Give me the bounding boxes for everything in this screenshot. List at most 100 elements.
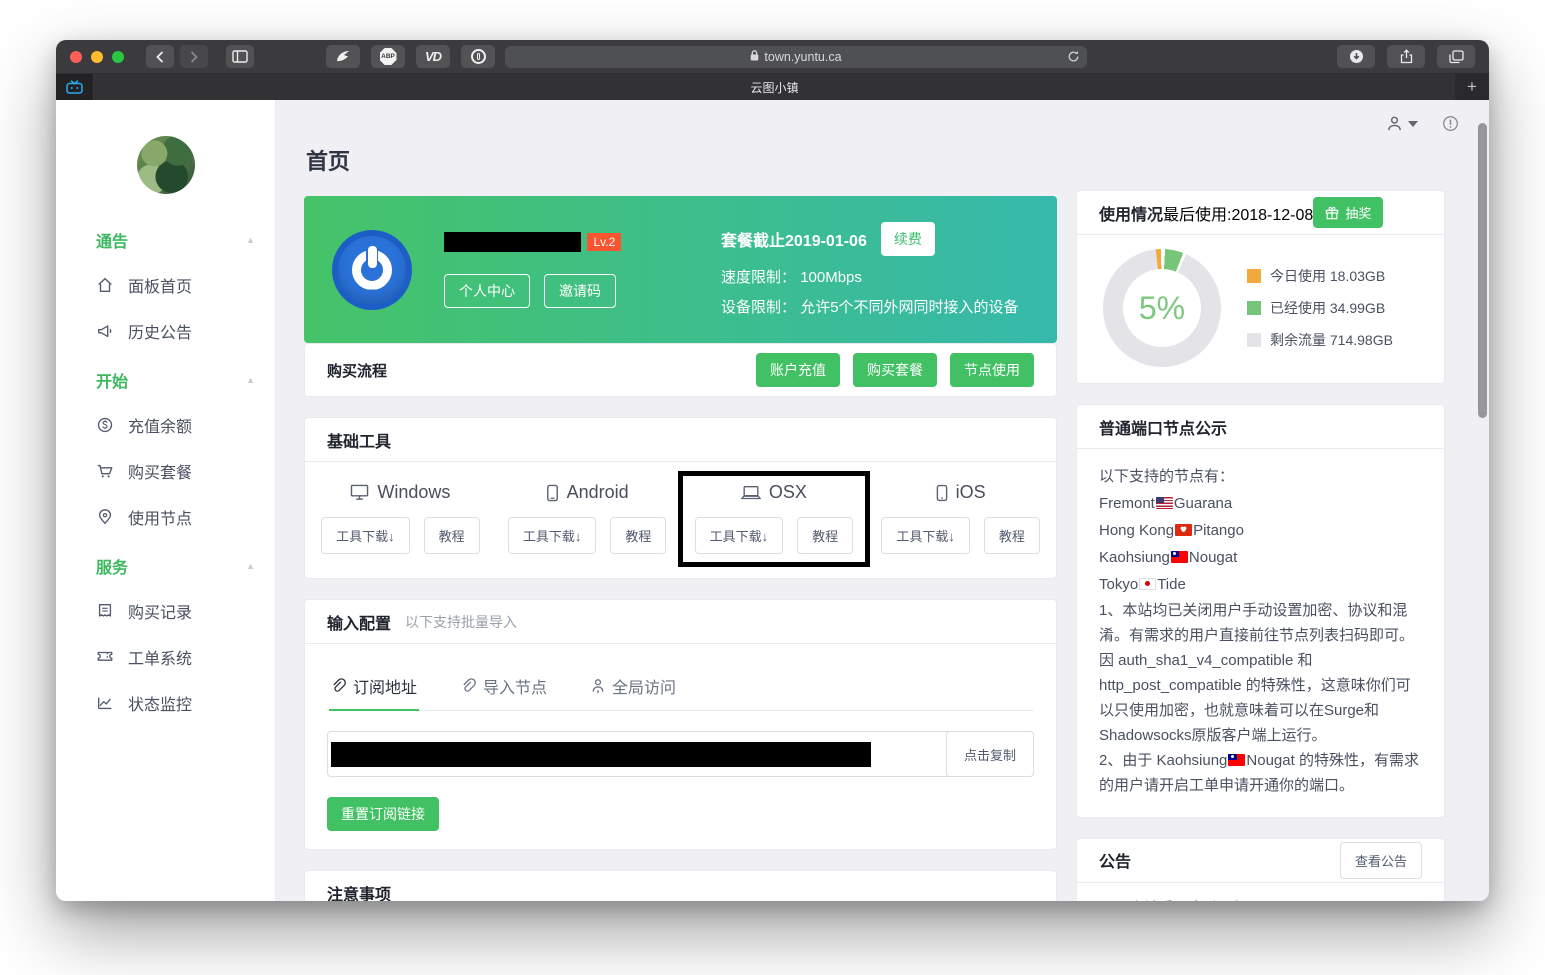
android-tutorial-button[interactable]: 教程 — [610, 517, 666, 554]
sidebar-icon — [232, 50, 248, 63]
android-download-button[interactable]: 工具下载↓ — [508, 517, 597, 554]
tab-subscription-url[interactable]: 订阅地址 — [329, 666, 419, 710]
chevron-right-icon — [190, 51, 198, 63]
osx-download-button[interactable]: 工具下载↓ — [695, 517, 784, 554]
subscription-url-input[interactable]: 点击复制 — [327, 731, 1034, 777]
sidebar-section-title: 服务 — [96, 554, 128, 578]
notes-title: 注意事项 — [327, 881, 391, 902]
flag-us-icon — [1156, 497, 1173, 509]
adblock-extension-button[interactable]: ABP — [371, 45, 405, 68]
safari-window: ABP VD town.yuntu.ca — [56, 40, 1489, 901]
address-bar[interactable]: town.yuntu.ca — [505, 46, 1087, 68]
power-logo-icon — [332, 230, 412, 310]
pinned-tab[interactable] — [56, 74, 94, 100]
flag-tw-icon — [1171, 551, 1188, 563]
node-usage-button[interactable]: 节点使用 — [950, 353, 1034, 387]
nodes-paragraph-1: 1、本站均已关闭用户手动设置加密、协议和混淆。有需求的用户直接前往节点列表扫码即… — [1099, 599, 1422, 748]
ios-download-button[interactable]: 工具下载↓ — [881, 517, 970, 554]
nodes-panel-card: 普通端口节点公示 以下支持的节点有： FremontGuarana Hong K… — [1076, 404, 1445, 818]
sidebar-item-history-announcements[interactable]: 历史公告 — [96, 308, 255, 354]
profile-center-button[interactable]: 个人中心 — [444, 274, 530, 308]
tab-overview-button[interactable] — [1437, 45, 1475, 68]
announcement-headline: 云图小镇重要变动通知 — [1099, 897, 1422, 901]
sidebar-toggle-button[interactable] — [226, 45, 254, 68]
user-menu-button[interactable] — [1385, 114, 1418, 133]
input-config-title: 输入配置 — [327, 610, 391, 634]
bird-extension-button[interactable] — [326, 45, 360, 68]
tab-global-access[interactable]: 全局访问 — [589, 666, 678, 710]
basic-tools-card: 基础工具 Windows 工具下载↓ 教程 — [304, 417, 1057, 579]
chevron-down-icon — [1408, 121, 1418, 127]
smartphone-icon — [936, 484, 948, 502]
tabs-icon — [1449, 50, 1464, 64]
flag-jp-icon — [1139, 578, 1156, 590]
view-announcements-button[interactable]: 查看公告 — [1340, 842, 1422, 879]
reload-icon[interactable] — [1067, 50, 1080, 66]
collapse-caret-icon[interactable]: ▲ — [246, 375, 255, 385]
tab-title: 云图小镇 — [750, 79, 798, 96]
avatar[interactable] — [137, 136, 195, 194]
legend-swatch — [1247, 301, 1261, 315]
sidebar-section-title: 通告 — [96, 228, 128, 252]
collapse-caret-icon[interactable]: ▲ — [246, 235, 255, 245]
device-limit-value: 允许5个不同外网同时接入的设备 — [800, 299, 1018, 316]
collapse-caret-icon[interactable]: ▲ — [246, 561, 255, 571]
tab-import-nodes[interactable]: 导入节点 — [459, 666, 549, 710]
ticket-icon — [96, 648, 114, 666]
info-icon[interactable] — [1442, 115, 1459, 132]
cart-icon — [96, 462, 114, 480]
gift-icon — [1325, 206, 1339, 220]
buy-plan-button[interactable]: 购买套餐 — [853, 353, 937, 387]
invite-code-button[interactable]: 邀请码 — [544, 274, 616, 308]
page-scrollbar[interactable] — [1478, 123, 1487, 418]
laptop-icon — [741, 485, 761, 501]
level-badge: Lv.2 — [587, 233, 621, 251]
active-tab[interactable]: 云图小镇 — [94, 74, 1455, 100]
usage-donut-chart: 5% — [1103, 249, 1221, 367]
sidebar-item-dashboard[interactable]: 面板首页 — [96, 262, 255, 308]
download-icon — [1349, 49, 1364, 64]
windows-tutorial-button[interactable]: 教程 — [424, 517, 480, 554]
usage-percent: 5% — [1103, 249, 1221, 367]
zoom-window-button[interactable] — [112, 51, 124, 63]
sidebar-item-status-monitor[interactable]: 状态监控 — [96, 680, 255, 726]
reset-subscription-button[interactable]: 重置订阅链接 — [327, 797, 439, 831]
nodes-panel-title: 普通端口节点公示 — [1099, 415, 1227, 439]
account-topup-button[interactable]: 账户充值 — [756, 353, 840, 387]
dollar-circle-icon — [96, 416, 114, 434]
page-title: 首页 — [306, 144, 1057, 176]
windows-download-button[interactable]: 工具下载↓ — [321, 517, 410, 554]
flag-hk-icon — [1175, 524, 1192, 536]
osx-tutorial-button[interactable]: 教程 — [797, 517, 853, 554]
sidebar-section-start: 开始 ▲ 充值余额 购买套餐 使用节点 — [56, 368, 275, 540]
traffic-lights — [70, 51, 124, 63]
new-tab-button[interactable]: + — [1455, 74, 1489, 100]
copy-button[interactable]: 点击复制 — [946, 731, 1034, 777]
close-window-button[interactable] — [70, 51, 82, 63]
nodes-intro: 以下支持的节点有： — [1099, 465, 1422, 490]
bird-icon — [335, 49, 351, 64]
platform-android: Android 工具下载↓ 教程 — [494, 474, 681, 564]
input-config-card: 输入配置 以下支持批量导入 订阅地址 导 — [304, 599, 1057, 850]
sidebar-item-topup-balance[interactable]: 充值余额 — [96, 402, 255, 448]
toolbar-right-buttons — [1337, 45, 1475, 68]
vd-extension-button[interactable]: VD — [416, 45, 450, 68]
sidebar-item-buy-plan[interactable]: 购买套餐 — [96, 448, 255, 494]
sidebar-item-use-nodes[interactable]: 使用节点 — [96, 494, 255, 540]
usage-title: 使用情况 — [1099, 201, 1163, 225]
account-hero-card: Lv.2 个人中心 邀请码 套餐截止2019-01-06 续费 — [304, 196, 1057, 343]
back-button[interactable] — [146, 45, 174, 68]
downloads-button[interactable] — [1337, 45, 1375, 68]
renew-button[interactable]: 续费 — [881, 222, 935, 256]
forward-button[interactable] — [180, 45, 208, 68]
sidebar-item-ticket-system[interactable]: 工单系统 — [96, 634, 255, 680]
share-button[interactable] — [1387, 45, 1425, 68]
notes-card: 注意事项 1、为避免重复工作量，使用OpenWRT、iOS使用Surge客户端以… — [304, 870, 1057, 901]
minimize-window-button[interactable] — [91, 51, 103, 63]
ios-tutorial-button[interactable]: 教程 — [984, 517, 1040, 554]
node-tokyo: TokyoTide — [1099, 573, 1422, 598]
usage-card: 使用情况 最后使用:2018-12-08 抽奖 5% — [1076, 190, 1445, 384]
lottery-button[interactable]: 抽奖 — [1313, 197, 1383, 228]
sidebar-item-purchase-records[interactable]: 购买记录 — [96, 588, 255, 634]
onepassword-extension-button[interactable] — [461, 45, 495, 68]
